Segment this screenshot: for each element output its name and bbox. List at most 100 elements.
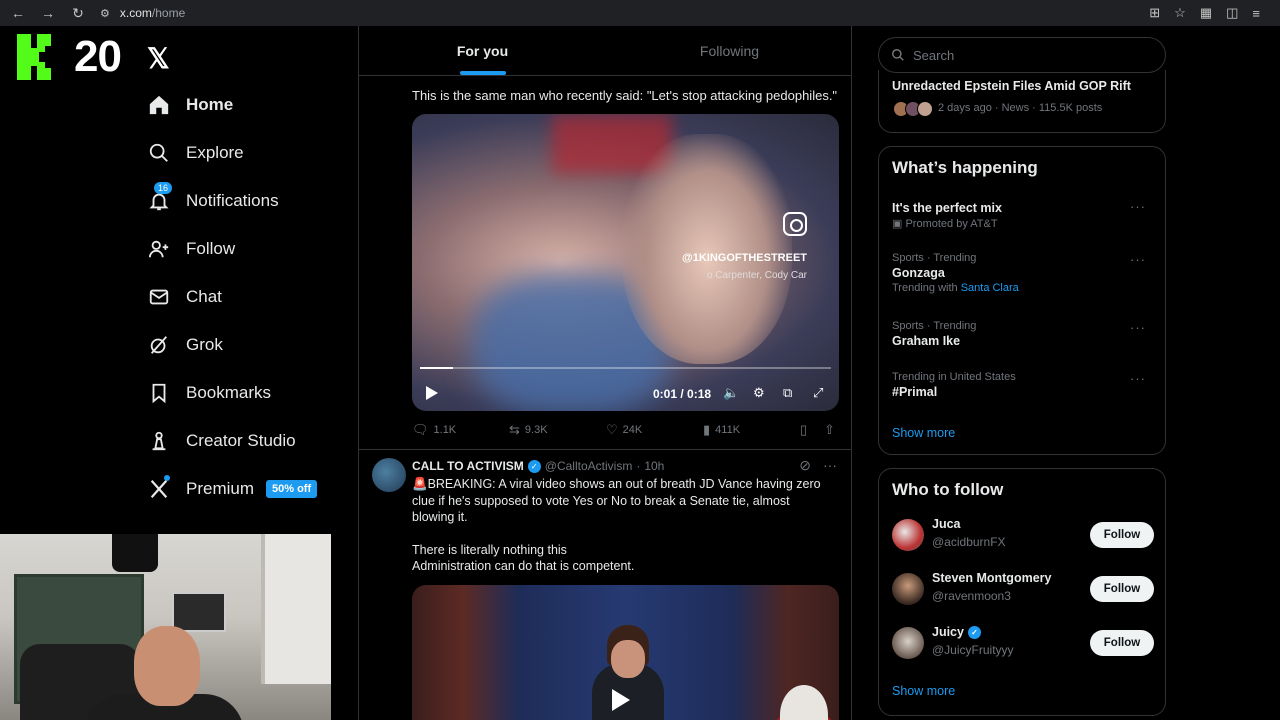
show-more-link[interactable]: Show more xyxy=(892,684,955,698)
section-title: What’s happening xyxy=(892,158,1038,177)
promoted-icon: ▣ xyxy=(892,218,906,230)
trend-sub: Trending with Santa Clara xyxy=(892,282,1154,294)
tab-following[interactable]: Following xyxy=(606,26,851,75)
feed-tabs: For you Following xyxy=(359,26,851,76)
news-meta: 2 days ago · News · 115.5K posts xyxy=(938,102,1103,114)
video-player[interactable]: @1KINGOFTHESTREET o Carpenter, Cody Car … xyxy=(412,114,839,411)
settings-icon[interactable]: ⚙ xyxy=(753,385,765,401)
play-icon[interactable] xyxy=(426,386,438,403)
search-input[interactable]: Search xyxy=(878,37,1166,73)
follow-button[interactable]: Follow xyxy=(1090,630,1154,656)
search-icon xyxy=(146,140,172,166)
post-text-line: There is literally nothing this xyxy=(412,542,567,557)
user-name: Juicy ✓ xyxy=(932,625,981,639)
tab-for-you[interactable]: For you xyxy=(359,26,606,75)
sidebar-item-notifications[interactable]: 16 Notifications xyxy=(146,177,356,225)
more-icon[interactable]: ··· xyxy=(1130,320,1146,335)
play-icon[interactable] xyxy=(612,689,630,711)
sidebar-item-follow[interactable]: Follow xyxy=(146,225,356,273)
sidebar-item-creator-studio[interactable]: Creator Studio xyxy=(146,417,356,465)
like-button[interactable]: ♡ 24K xyxy=(606,422,642,438)
picture-in-picture-icon[interactable]: ⧉ xyxy=(783,385,792,401)
sidebar-item-explore[interactable]: Explore xyxy=(146,129,356,177)
sidebar-item-premium[interactable]: Premium 50% off xyxy=(146,465,356,513)
view-count: 411K xyxy=(715,424,741,436)
grok-icon[interactable]: ⊘ xyxy=(799,457,811,474)
trend-item[interactable]: Trending in United States #Primal ··· xyxy=(892,371,1154,399)
fullscreen-icon[interactable]: ⤢ xyxy=(813,385,823,401)
kick-logo xyxy=(17,34,59,80)
more-icon[interactable]: ··· xyxy=(1130,371,1146,386)
post-time[interactable]: 10h xyxy=(644,459,664,473)
author-name[interactable]: CALL TO ACTIVISM xyxy=(412,459,524,473)
avatar[interactable] xyxy=(892,627,924,659)
repost-button[interactable]: ⇆ 9.3K xyxy=(509,422,548,438)
post-text: 🚨BREAKING: A viral video shows an out of… xyxy=(412,476,832,575)
trending-news-card[interactable]: Unredacted Epstein Files Amid GOP Rift 2… xyxy=(878,70,1166,133)
show-more-link[interactable]: Show more xyxy=(892,426,955,440)
trend-item[interactable]: Sports · Trending Gonzaga Trending with … xyxy=(892,252,1154,294)
bookmark-post-button[interactable]: ▯ xyxy=(800,422,807,438)
address-bar[interactable]: ⚙ x.com/home xyxy=(100,0,185,26)
analytics-icon: ▮ xyxy=(703,422,711,437)
trend-item[interactable]: It's the perfect mix ▣ Promoted by AT&T … xyxy=(892,199,1154,230)
sidebar-item-label: Follow xyxy=(186,239,236,258)
back-icon[interactable]: ← xyxy=(3,0,33,26)
trend-sub-link[interactable]: Santa Clara xyxy=(961,282,1019,294)
sidebar-item-label: Home xyxy=(186,95,234,114)
follow-suggestion[interactable]: Steven Montgomery @ravenmoon3 Follow xyxy=(892,569,1154,609)
site-info-icon[interactable]: ⚙ xyxy=(100,7,110,20)
separator-dot: · xyxy=(636,459,641,473)
notification-count-badge: 16 xyxy=(154,182,173,194)
extensions-icon[interactable]: ▦ xyxy=(1200,5,1212,21)
promoted-label: Promoted by AT&T xyxy=(905,218,998,230)
user-handle: @ravenmoon3 xyxy=(932,589,1011,603)
more-icon[interactable]: ··· xyxy=(1130,252,1146,267)
search-icon xyxy=(892,49,904,61)
video-time: 0:01 / 0:18 xyxy=(653,387,712,401)
trend-item[interactable]: Sports · Trending Graham Ike ··· xyxy=(892,320,1154,348)
volume-icon[interactable]: 🔈 xyxy=(723,385,739,401)
mail-icon xyxy=(146,284,172,310)
webcam-person-head xyxy=(134,626,200,706)
user-name: Juca xyxy=(932,517,961,531)
video-watermark-handle: @1KINGOFTHESTREET xyxy=(681,252,807,264)
avatar[interactable] xyxy=(892,573,924,605)
post-text: This is the same man who recently said: … xyxy=(412,88,838,103)
sidebar-item-chat[interactable]: Chat xyxy=(146,273,356,321)
news-title: Unredacted Epstein Files Amid GOP Rift xyxy=(892,79,1131,93)
search-placeholder: Search xyxy=(913,47,955,63)
sidebar-item-bookmarks[interactable]: Bookmarks xyxy=(146,369,356,417)
video-player[interactable] xyxy=(412,585,839,720)
author-handle[interactable]: @CalltoActivism xyxy=(545,459,633,473)
menu-icon[interactable]: ≡ xyxy=(1252,6,1260,21)
more-icon[interactable]: ··· xyxy=(823,457,837,474)
follow-button[interactable]: Follow xyxy=(1090,576,1154,602)
avatar[interactable] xyxy=(892,519,924,551)
follow-suggestion[interactable]: Juicy ✓ @JuicyFruityyy Follow xyxy=(892,623,1154,663)
tab-search-icon[interactable]: ◫ xyxy=(1226,5,1238,21)
post-header-actions: ⊘ ··· xyxy=(799,457,837,474)
trend-promoted: ▣ Promoted by AT&T xyxy=(892,217,1154,230)
views-button[interactable]: ▮ 411K xyxy=(703,422,740,438)
main-feed: For you Following This is the same man w… xyxy=(358,26,852,720)
url-host: x.com xyxy=(119,6,152,20)
grok-icon xyxy=(146,332,172,358)
x-logo-icon[interactable]: 𝕏 xyxy=(147,42,170,75)
follow-button[interactable]: Follow xyxy=(1090,522,1154,548)
forward-icon[interactable]: → xyxy=(33,0,63,26)
follow-suggestion[interactable]: Juca @acidburnFX Follow xyxy=(892,515,1154,555)
reload-icon[interactable]: ↻ xyxy=(63,0,93,26)
reply-button[interactable]: 🗨 1.1K xyxy=(412,422,456,438)
repost-count: 9.3K xyxy=(524,424,548,436)
sidebar-item-grok[interactable]: Grok xyxy=(146,321,356,369)
video-progress-bar[interactable] xyxy=(420,367,831,369)
sidebar-item-label: Explore xyxy=(186,143,244,162)
install-app-icon[interactable]: ⊞ xyxy=(1149,5,1160,21)
more-icon[interactable]: ··· xyxy=(1130,199,1146,214)
sidebar-item-home[interactable]: Home xyxy=(146,81,356,129)
star-icon[interactable]: ☆ xyxy=(1174,5,1186,21)
section-title: Who to follow xyxy=(892,480,1004,499)
share-button[interactable]: ⇧ xyxy=(824,422,835,438)
avatar[interactable] xyxy=(372,458,406,492)
